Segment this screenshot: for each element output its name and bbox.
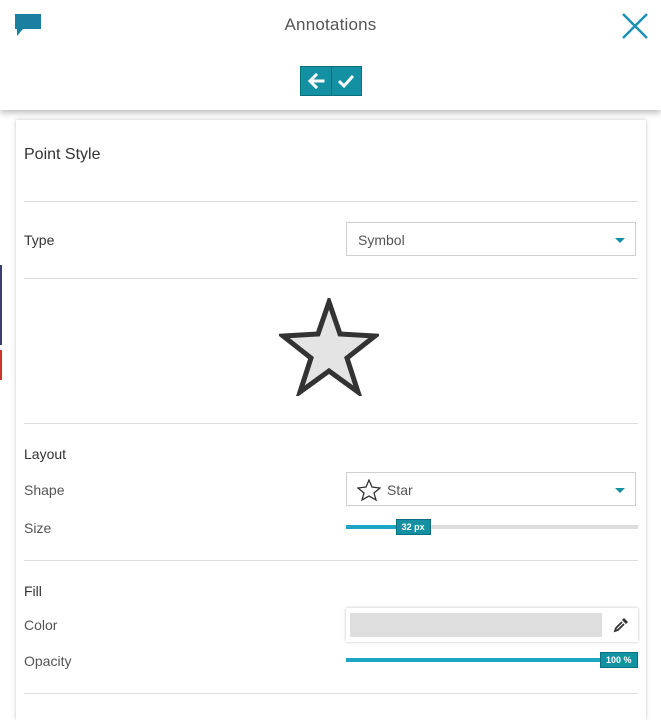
arrow-left-icon: [307, 73, 325, 89]
type-label: Type: [24, 232, 55, 248]
slider-handle[interactable]: 32 px: [395, 519, 431, 535]
opacity-label: Opacity: [24, 653, 72, 669]
panel-title: Point Style: [24, 146, 101, 163]
divider: [24, 693, 638, 694]
divider: [24, 278, 638, 279]
divider: [24, 201, 638, 202]
checkmark-icon: [338, 74, 355, 89]
toolbar-button-group: [300, 66, 362, 96]
shape-select[interactable]: Star: [346, 472, 636, 506]
divider: [24, 423, 638, 424]
fill-section-title: Fill: [24, 583, 42, 599]
dialog-title: Annotations: [284, 15, 377, 34]
background-mark: [0, 265, 2, 345]
eyedropper-icon[interactable]: [612, 616, 630, 634]
size-slider[interactable]: 32 px: [346, 519, 638, 535]
dialog-header: Annotations: [0, 0, 661, 110]
color-swatch[interactable]: [350, 613, 602, 637]
back-button[interactable]: [301, 67, 331, 95]
chevron-down-icon: [615, 238, 625, 243]
type-select-value: Symbol: [358, 232, 405, 248]
divider: [24, 560, 638, 561]
color-label: Color: [24, 617, 58, 633]
chevron-down-icon: [615, 488, 625, 493]
star-outline-icon: [357, 479, 381, 501]
close-icon[interactable]: [619, 10, 651, 42]
slider-handle[interactable]: 100 %: [600, 652, 638, 668]
background-strip: [0, 110, 16, 701]
size-label: Size: [24, 520, 52, 536]
opacity-slider[interactable]: 100 %: [346, 652, 638, 668]
layout-section-title: Layout: [24, 446, 67, 462]
star-icon: [279, 298, 379, 396]
point-style-panel: Point Style Type Symbol Layout Shape Sta…: [16, 120, 646, 720]
background-mark: [0, 350, 2, 380]
type-select[interactable]: Symbol: [346, 222, 636, 256]
color-field: [346, 608, 638, 642]
shape-label: Shape: [24, 482, 65, 498]
shape-select-value: Star: [387, 482, 413, 498]
confirm-button[interactable]: [330, 67, 361, 95]
slider-fill: [346, 658, 638, 662]
